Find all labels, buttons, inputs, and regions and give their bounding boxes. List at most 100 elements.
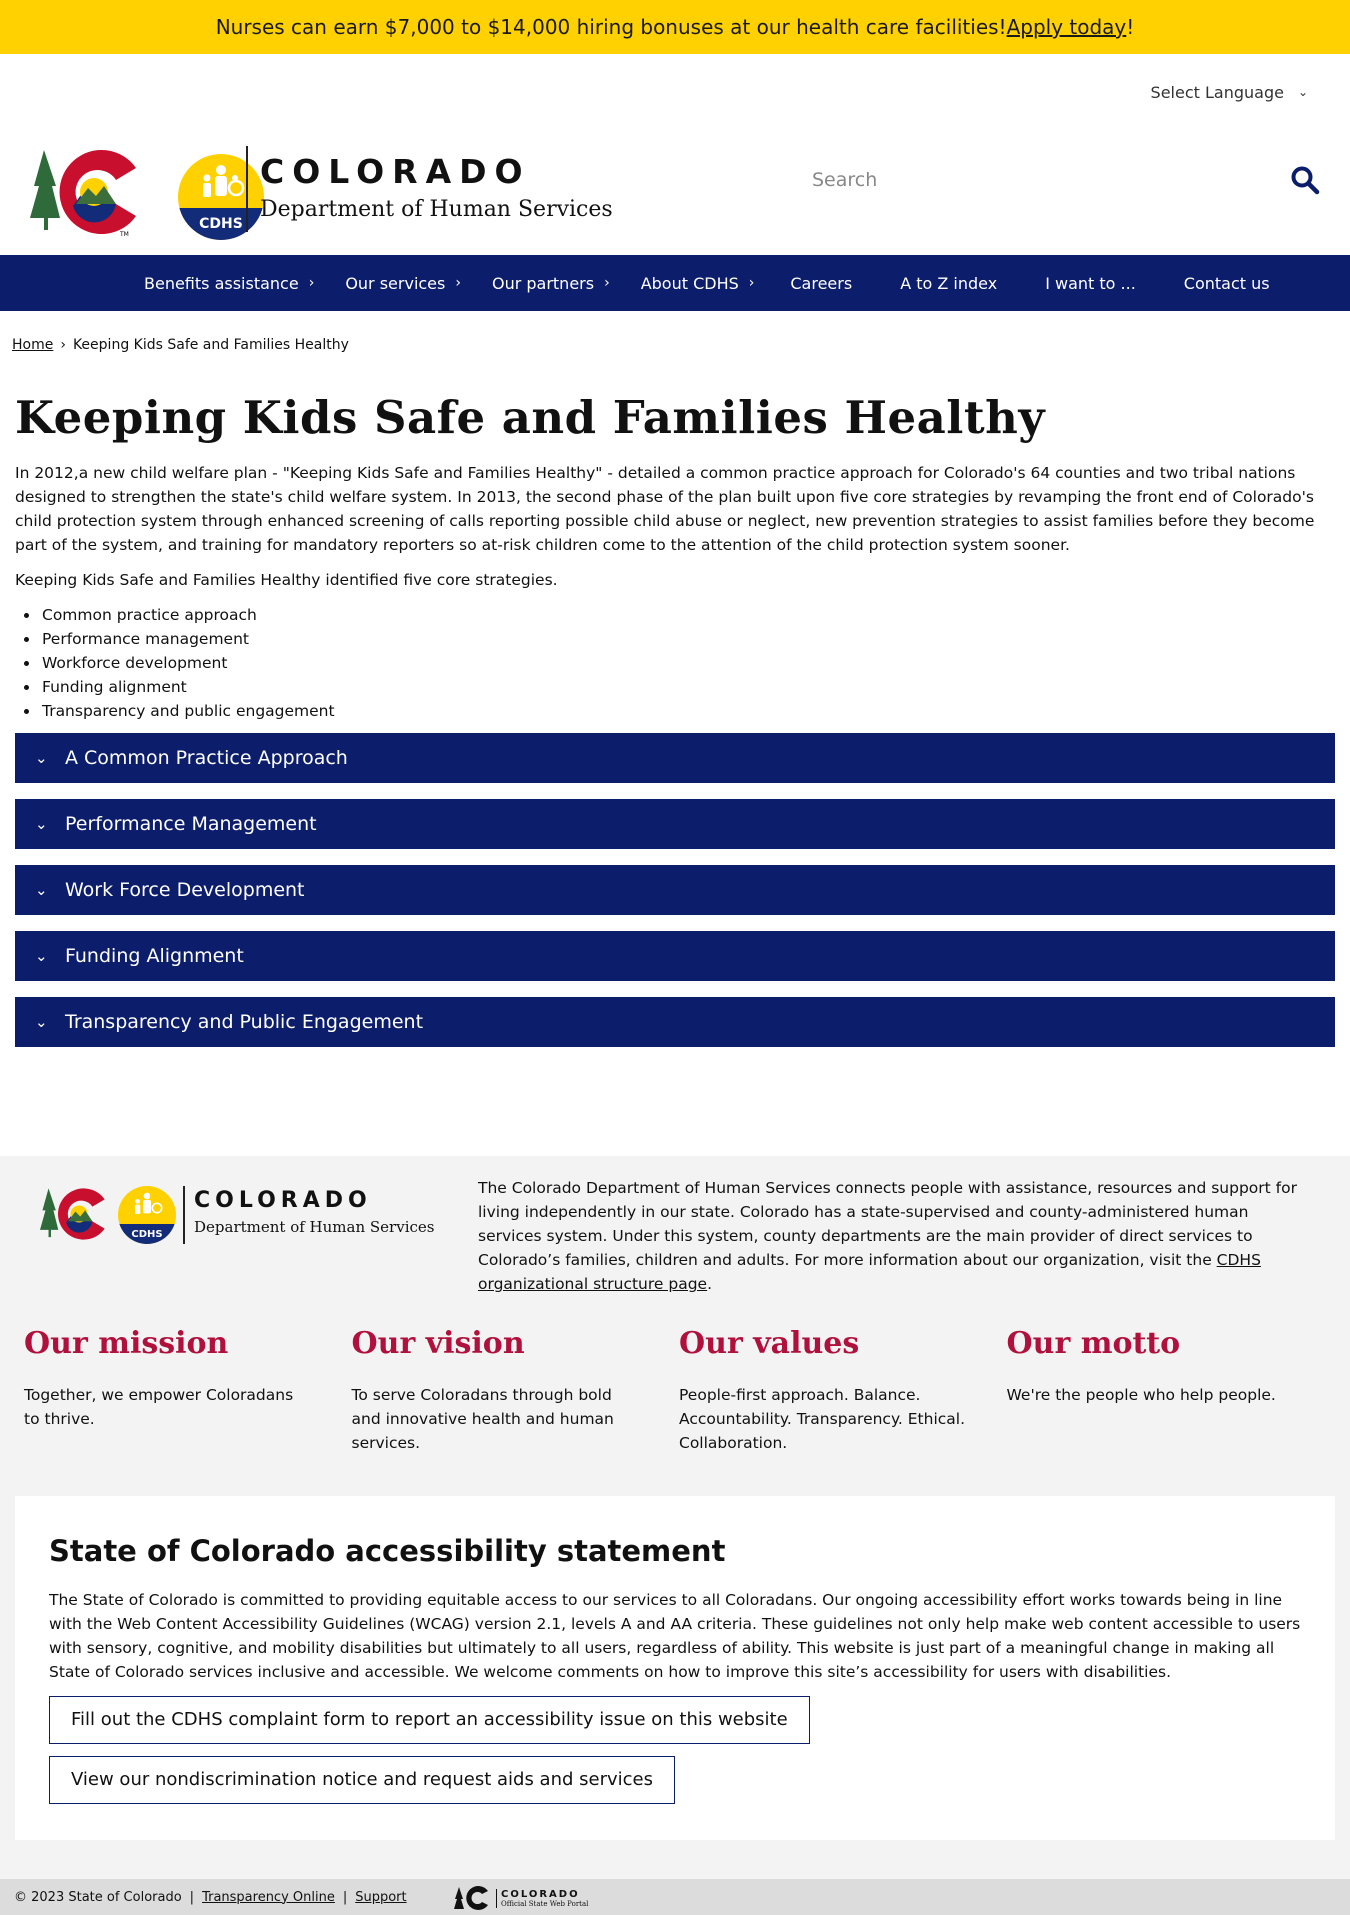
mission-heading: Our mission xyxy=(24,1326,229,1361)
logo-department: Department of Human Services xyxy=(260,197,613,222)
vision-text: To serve Coloradans through bold and inn… xyxy=(351,1386,614,1452)
cdhs-seal-icon: CDHS xyxy=(178,154,264,240)
complaint-form-button[interactable]: Fill out the CDHS complaint form to repo… xyxy=(49,1696,810,1744)
cdhs-logo[interactable]: TM CDHS COLORADO Department of Human Ser… xyxy=(30,146,615,240)
list-item: Common practice approach xyxy=(40,603,1335,627)
accordion-group: ⌄ A Common Practice Approach ⌄ Performance… xyxy=(15,733,1335,1047)
breadcrumb-home[interactable]: Home xyxy=(12,337,53,353)
list-item: Funding alignment xyxy=(40,675,1335,699)
nav-careers[interactable]: Careers xyxy=(790,274,852,293)
apply-today-link[interactable]: Apply today xyxy=(1007,15,1127,39)
copyright: © 2023 State of Colorado xyxy=(14,1889,182,1905)
footer-about-text: The Colorado Department of Human Service… xyxy=(478,1179,1297,1269)
chevron-down-icon: ⌄ xyxy=(1297,85,1308,99)
search-box[interactable]: Search xyxy=(812,158,1332,202)
footer-logo-department: Department of Human Services xyxy=(194,1218,435,1236)
accessibility-heading: State of Colorado accessibility statemen… xyxy=(49,1534,726,1568)
mission-text: Together, we empower Coloradans to thriv… xyxy=(24,1386,294,1428)
logo-divider xyxy=(183,1186,185,1244)
bottom-bar: © 2023 State of Colorado | Transparency … xyxy=(0,1879,1350,1915)
nav-label: Benefits assistance xyxy=(144,273,299,293)
footer-col-motto: Our motto We're the people who help peop… xyxy=(1007,1326,1335,1455)
colorado-c-logo-icon: TM xyxy=(30,146,153,238)
accordion-performance-management[interactable]: ⌄ Performance Management xyxy=(15,799,1335,849)
accordion-label: Funding Alignment xyxy=(65,945,244,967)
search-icon[interactable] xyxy=(1290,165,1320,195)
footer-col-mission: Our mission Together, we empower Colorad… xyxy=(24,1326,352,1455)
breadcrumb-separator: › xyxy=(60,337,66,353)
language-row: Select Language ⌄ xyxy=(0,54,1350,130)
transparency-online-link[interactable]: Transparency Online xyxy=(202,1890,335,1905)
nav-label: Our services xyxy=(345,273,446,293)
alert-text: Nurses can earn $7,000 to $14,000 hiring… xyxy=(215,15,1007,39)
accordion-label: A Common Practice Approach xyxy=(65,747,348,769)
cdhs-seal-icon: CDHS xyxy=(118,1186,176,1244)
nav-label: I want to ... xyxy=(1045,273,1136,293)
svg-text:TM: TM xyxy=(119,231,129,238)
strategies-lead: Keeping Kids Safe and Families Healthy i… xyxy=(15,571,558,589)
chevron-down-icon: ⌄ xyxy=(35,881,48,899)
motto-text: We're the people who help people. xyxy=(1006,1386,1276,1404)
nav-label: A to Z index xyxy=(900,273,998,293)
chevron-down-icon: ⌄ xyxy=(35,749,48,767)
chevron-right-icon: › xyxy=(308,275,315,291)
chevron-down-icon: ⌄ xyxy=(35,815,48,833)
nav-about-cdhs[interactable]: About CDHS › xyxy=(641,274,755,293)
footer-about: The Colorado Department of Human Service… xyxy=(478,1176,1298,1296)
chevron-down-icon: ⌄ xyxy=(35,1013,48,1031)
accordion-common-practice[interactable]: ⌄ A Common Practice Approach xyxy=(15,733,1335,783)
accordion-funding-alignment[interactable]: ⌄ Funding Alignment xyxy=(15,931,1335,981)
list-item: Workforce development xyxy=(40,651,1335,675)
nav-our-partners[interactable]: Our partners › xyxy=(492,274,610,293)
accordion-label: Work Force Development xyxy=(65,879,305,901)
breadcrumb: Home › Keeping Kids Safe and Families Heal… xyxy=(0,311,1350,383)
nav-contact-us[interactable]: Contact us xyxy=(1184,274,1270,293)
seal-text: CDHS xyxy=(199,216,243,232)
site-header: TM CDHS COLORADO Department of Human Ser… xyxy=(0,130,1350,255)
nav-a-to-z-index[interactable]: A to Z index xyxy=(900,274,997,293)
values-heading: Our values xyxy=(679,1326,860,1361)
intro-paragraph: In 2012,a new child welfare plan - "Keep… xyxy=(15,464,1315,554)
separator: | xyxy=(189,1889,195,1905)
accessibility-text: The State of Colorado is committed to pr… xyxy=(49,1591,1301,1681)
main-content: In 2012,a new child welfare plan - "Keep… xyxy=(0,453,1350,723)
accessibility-statement: State of Colorado accessibility statemen… xyxy=(15,1496,1335,1840)
portal-subtitle: Official State Web Portal xyxy=(501,1899,589,1908)
accordion-label: Performance Management xyxy=(65,813,317,835)
strategies-list: Common practice approach Performance man… xyxy=(40,603,1335,723)
logo-state: COLORADO xyxy=(260,152,531,191)
vision-heading: Our vision xyxy=(351,1326,525,1361)
nav-label: Contact us xyxy=(1183,273,1270,293)
accordion-work-force-development[interactable]: ⌄ Work Force Development xyxy=(15,865,1335,915)
alert-banner: Nurses can earn $7,000 to $14,000 hiring… xyxy=(0,0,1350,54)
nav-label: Our partners xyxy=(491,273,595,293)
main-nav: Benefits assistance › Our services › Our p… xyxy=(0,255,1350,311)
chevron-right-icon: › xyxy=(748,275,755,291)
footer-logo[interactable]: CDHS COLORADO Department of Human Servic… xyxy=(40,1184,440,1248)
accordion-transparency[interactable]: ⌄ Transparency and Public Engagement xyxy=(15,997,1335,1047)
nav-benefits-assistance[interactable]: Benefits assistance › xyxy=(144,274,314,293)
logo-divider xyxy=(246,146,248,232)
footer-col-vision: Our vision To serve Coloradans through b… xyxy=(352,1326,680,1455)
nav-i-want-to[interactable]: I want to ... xyxy=(1045,274,1136,293)
nondiscrimination-button[interactable]: View our nondiscrimination notice and re… xyxy=(49,1756,675,1804)
footer-columns: Our mission Together, we empower Colorad… xyxy=(24,1326,1334,1455)
state-portal-logo[interactable]: COLORADO Official State Web Portal xyxy=(454,1885,588,1911)
footer-logo-state: COLORADO xyxy=(194,1188,372,1213)
portal-text: COLORADO Official State Web Portal xyxy=(496,1888,589,1908)
logo-text: COLORADO Department of Human Services xyxy=(260,152,613,222)
site-footer: CDHS COLORADO Department of Human Servic… xyxy=(0,1156,1350,1879)
list-item: Performance management xyxy=(40,627,1335,651)
list-item: Transparency and public engagement xyxy=(40,699,1335,723)
breadcrumb-current: Keeping Kids Safe and Families Healthy xyxy=(72,337,349,353)
colorado-c-logo-icon xyxy=(40,1184,115,1244)
nav-our-services[interactable]: Our services › xyxy=(345,274,461,293)
nav-label: About CDHS xyxy=(640,273,739,293)
search-input[interactable]: Search xyxy=(812,169,1290,191)
values-text: People-first approach. Balance. Accounta… xyxy=(679,1386,966,1452)
chevron-down-icon: ⌄ xyxy=(35,947,48,965)
support-link[interactable]: Support xyxy=(355,1890,406,1905)
accordion-label: Transparency and Public Engagement xyxy=(65,1011,424,1033)
seal-text: CDHS xyxy=(131,1229,163,1240)
language-select[interactable]: Select Language xyxy=(1151,83,1284,102)
